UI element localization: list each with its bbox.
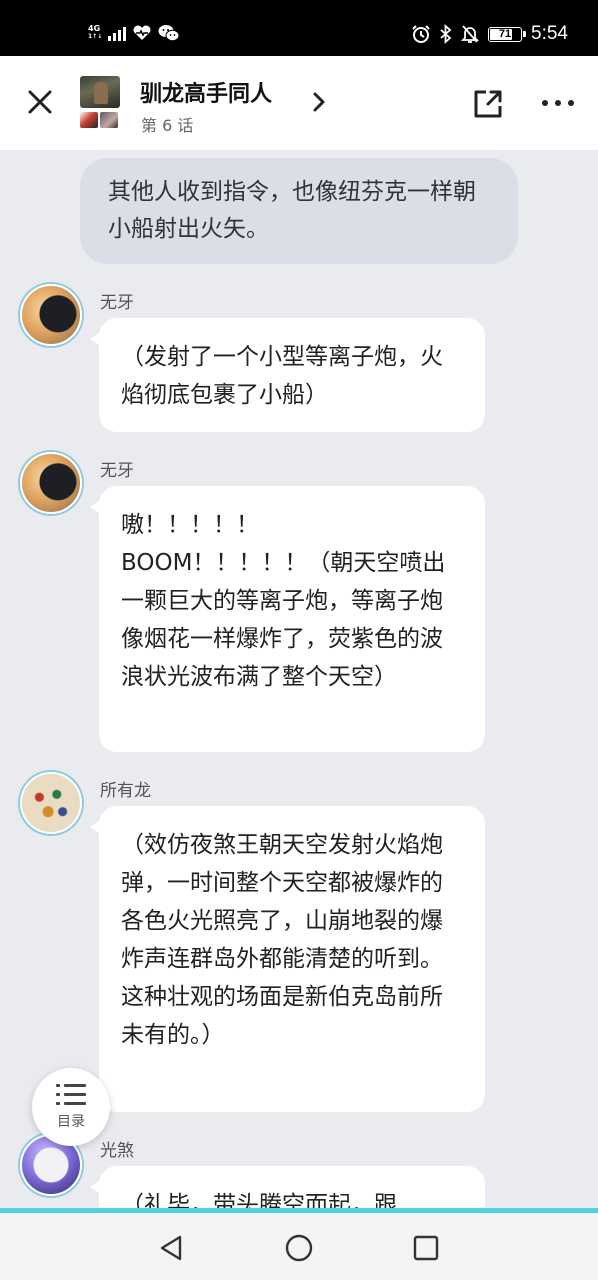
network-indicator: 4G 1↑↓	[88, 25, 102, 41]
bluetooth-icon	[440, 24, 452, 44]
share-icon[interactable]	[470, 86, 506, 122]
episode-label: 第 6 话	[141, 116, 194, 135]
sender-name: 无牙	[100, 293, 134, 313]
toc-button[interactable]: 目录	[32, 1068, 110, 1146]
close-icon[interactable]	[24, 86, 56, 118]
signal-icon	[108, 25, 127, 41]
sender-name: 光煞	[100, 1141, 134, 1161]
status-bar: 4G 1↑↓ 71 5:54	[0, 0, 598, 56]
network-sub: 1↑↓	[88, 33, 103, 40]
wechat-icon	[158, 25, 180, 42]
network-type: 4G	[88, 24, 101, 33]
chat-messages[interactable]: 其他人收到指令，也像纽芬克一样朝小船射出火矢。 无牙 （发射了一个小型等离子炮，…	[0, 150, 598, 1208]
sender-name: 所有龙	[100, 781, 151, 801]
clock: 5:54	[531, 23, 568, 44]
story-cover-image[interactable]	[80, 76, 120, 108]
health-icon	[133, 25, 151, 40]
alarm-icon	[412, 25, 430, 43]
message-bubble: 嗷！！！！！ BOOM！！！！！（朝天空喷出一颗巨大的等离子炮，等离子炮像烟花一…	[90, 486, 485, 752]
mute-bell-icon	[461, 25, 480, 43]
message-bubble: （礼毕，带头腾空而起，跟	[90, 1166, 485, 1208]
character-thumbnail	[100, 112, 118, 128]
message-bubble: （效仿夜煞王朝天空发射火焰炮弹，一时间整个天空都被爆炸的各色火光照亮了，山崩地裂…	[90, 806, 485, 1112]
status-right: 71 5:54	[411, 22, 568, 46]
status-left: 4G 1↑↓	[88, 22, 180, 44]
system-nav-bar	[0, 1213, 598, 1280]
battery-icon: 71	[488, 26, 527, 42]
toothless-avatar[interactable]	[20, 284, 82, 346]
home-circle-icon[interactable]	[284, 1233, 314, 1263]
recent-apps-icon[interactable]	[412, 1234, 440, 1262]
all-dragons-avatar[interactable]	[20, 772, 82, 834]
back-triangle-icon[interactable]	[156, 1233, 186, 1263]
chevron-right-icon[interactable]	[310, 91, 328, 113]
more-options-icon[interactable]	[542, 96, 574, 110]
character-thumbnail	[80, 112, 98, 128]
toothless-avatar[interactable]	[20, 452, 82, 514]
narration-bubble: 其他人收到指令，也像纽芬克一样朝小船射出火矢。	[80, 158, 518, 264]
sender-name: 无牙	[100, 461, 134, 481]
chat-header: 驯龙高手同人 第 6 话	[0, 56, 598, 150]
message-bubble: （发射了一个小型等离子炮，火焰彻底包裹了小船）	[90, 318, 485, 432]
battery-level: 71	[498, 28, 512, 40]
list-icon	[56, 1083, 86, 1107]
story-title[interactable]: 驯龙高手同人	[140, 76, 272, 108]
toc-label: 目录	[57, 1114, 85, 1130]
